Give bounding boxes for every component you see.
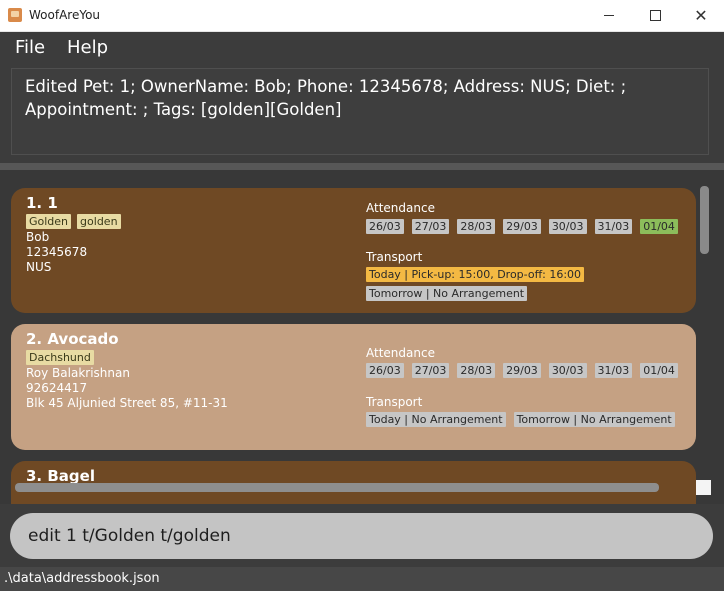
save-location: .\data\addressbook.json bbox=[4, 571, 160, 586]
result-display[interactable]: Edited Pet: 1; OwnerName: Bob; Phone: 12… bbox=[11, 68, 709, 155]
attendance-date: 27/03 bbox=[411, 363, 450, 378]
attendance-date: 31/03 bbox=[594, 363, 633, 378]
tag-list: Dachshund bbox=[26, 350, 94, 365]
attendance-date: 27/03 bbox=[411, 219, 450, 234]
attendance-label: Attendance bbox=[366, 201, 435, 215]
attendance-list: 26/03 27/03 28/03 29/03 30/03 31/03 01/0… bbox=[366, 219, 678, 234]
app-dog-icon bbox=[8, 8, 22, 22]
transport-chip-tomorrow: Tomorrow | No Arrangement bbox=[366, 286, 528, 301]
maximize-button[interactable] bbox=[632, 0, 678, 31]
phone: 92624417 bbox=[26, 381, 88, 395]
attendance-label: Attendance bbox=[366, 346, 435, 360]
attendance-date: 30/03 bbox=[548, 363, 587, 378]
minimize-button[interactable] bbox=[586, 0, 632, 31]
transport-chip-today: Today | No Arrangement bbox=[366, 412, 506, 427]
pet-title: 2. Avocado bbox=[26, 330, 119, 348]
transport-label: Transport bbox=[366, 395, 423, 409]
menu-file[interactable]: File bbox=[15, 37, 45, 58]
attendance-date: 29/03 bbox=[503, 363, 541, 378]
tag-list: Golden golden bbox=[26, 214, 121, 229]
vertical-scrollbar[interactable] bbox=[700, 186, 709, 254]
transport-label: Transport bbox=[366, 250, 423, 264]
scroll-corner bbox=[696, 480, 711, 495]
pet-list[interactable]: 1. 1 Golden golden Bob 12345678 NUS Atte… bbox=[0, 170, 724, 504]
transport-list: Today | No Arrangement Tomorrow | No Arr… bbox=[366, 412, 675, 427]
tag: golden bbox=[77, 214, 121, 229]
tag: Dachshund bbox=[26, 350, 94, 365]
owner-name: Bob bbox=[26, 230, 50, 244]
attendance-date: 28/03 bbox=[457, 363, 496, 378]
attendance-list: 26/03 27/03 28/03 29/03 30/03 31/03 01/0… bbox=[366, 363, 678, 378]
attendance-date: 01/04 bbox=[640, 363, 678, 378]
address: Blk 45 Aljunied Street 85, #11-31 bbox=[26, 396, 228, 410]
tag: Golden bbox=[26, 214, 72, 229]
attendance-date: 31/03 bbox=[594, 219, 633, 234]
attendance-date: 26/03 bbox=[366, 219, 404, 234]
owner-name: Roy Balakrishnan bbox=[26, 366, 130, 380]
result-message: Edited Pet: 1; OwnerName: Bob; Phone: 12… bbox=[25, 77, 627, 119]
transport-chip-today: Today | Pick-up: 15:00, Drop-off: 16:00 bbox=[366, 267, 585, 282]
transport-chip-tomorrow: Tomorrow | No Arrangement bbox=[513, 412, 675, 427]
attendance-date: 28/03 bbox=[457, 219, 496, 234]
horizontal-scrollbar[interactable] bbox=[15, 483, 659, 492]
attendance-date: 29/03 bbox=[503, 219, 541, 234]
split-divider[interactable] bbox=[0, 163, 724, 170]
command-text: edit 1 t/Golden t/golden bbox=[28, 526, 231, 546]
pet-card[interactable]: 1. 1 Golden golden Bob 12345678 NUS Atte… bbox=[11, 188, 696, 313]
command-input[interactable]: edit 1 t/Golden t/golden bbox=[10, 513, 713, 559]
pet-card[interactable]: 2. Avocado Dachshund Roy Balakrishnan 92… bbox=[11, 324, 696, 450]
attendance-date: 30/03 bbox=[548, 219, 587, 234]
transport-tomorrow: Tomorrow | No Arrangement bbox=[366, 286, 528, 301]
close-icon: ✕ bbox=[694, 5, 708, 25]
pet-title: 1. 1 bbox=[26, 194, 58, 212]
attendance-date-present: 01/04 bbox=[640, 219, 678, 234]
menu-bar: File Help bbox=[0, 32, 724, 62]
close-button[interactable]: ✕ bbox=[678, 0, 724, 31]
title-bar: WoofAreYou ✕ bbox=[0, 0, 724, 32]
address: NUS bbox=[26, 260, 52, 274]
minimize-icon bbox=[604, 15, 614, 16]
phone: 12345678 bbox=[26, 245, 88, 259]
attendance-date: 26/03 bbox=[366, 363, 404, 378]
menu-help[interactable]: Help bbox=[67, 37, 108, 58]
maximize-icon bbox=[649, 10, 661, 21]
transport-today: Today | Pick-up: 15:00, Drop-off: 16:00 bbox=[366, 267, 585, 282]
status-bar: .\data\addressbook.json bbox=[0, 567, 724, 591]
window-title: WoofAreYou bbox=[29, 8, 101, 22]
